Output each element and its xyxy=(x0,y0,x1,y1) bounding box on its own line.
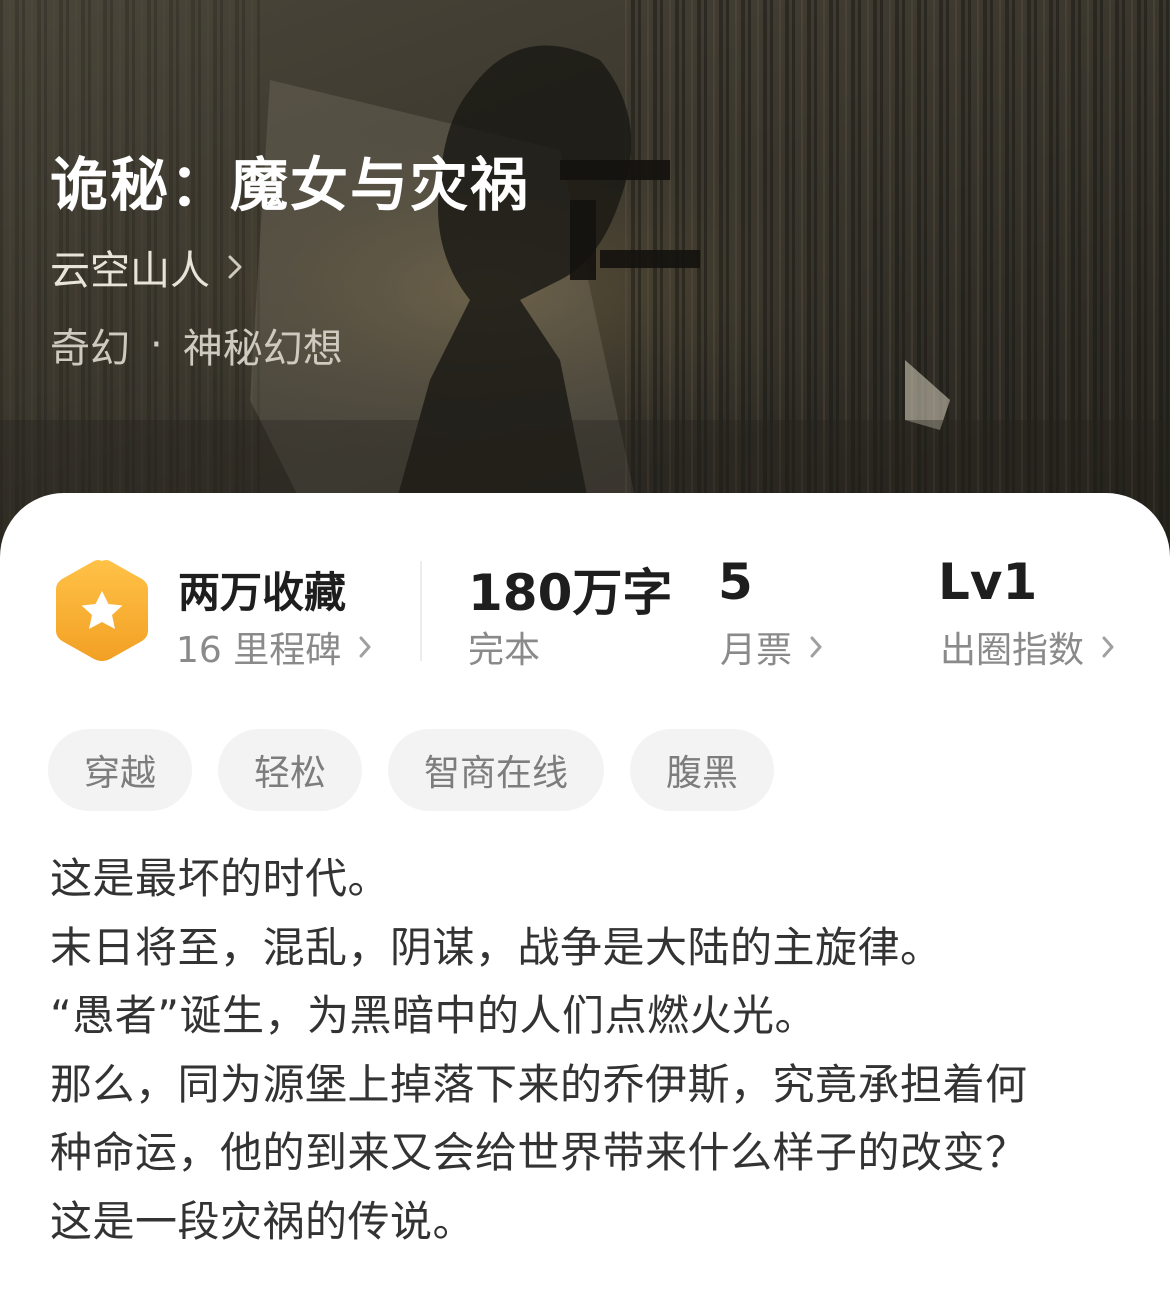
popularity-label: 出圈指数 xyxy=(940,630,1085,671)
book-info-card: 两万收藏 16 里程碑 180万字 完本 5 月票 Lv1 出圈指数 穿越 轻松… xyxy=(0,493,1170,1290)
monthly-ticket-label: 月票 xyxy=(720,630,793,671)
stats-row: 两万收藏 16 里程碑 180万字 完本 5 月票 Lv1 出圈指数 xyxy=(0,493,1170,693)
tag-chip[interactable]: 腹黑 xyxy=(630,729,775,811)
star-badge-icon xyxy=(56,560,148,661)
stats-divider xyxy=(420,561,422,661)
milestone-label: 16 里程碑 xyxy=(176,630,342,671)
popularity-level: Lv1 xyxy=(938,553,1038,611)
completion-label: 完本 xyxy=(468,630,541,671)
synopsis-line: 这是一段灾祸的传说。 xyxy=(50,1196,476,1246)
genre-line: 奇幻 · 神秘幻想 xyxy=(50,316,343,374)
author-link[interactable]: 云空山人 xyxy=(50,238,242,296)
chevron-right-icon xyxy=(228,255,242,279)
book-cover-hero: 诡秘：魔女与灾祸 云空山人 奇幻 · 神秘幻想 xyxy=(0,0,1170,560)
milestone-link[interactable]: 16 里程碑 xyxy=(176,621,371,673)
subgenre-label: 神秘幻想 xyxy=(182,326,343,372)
tag-chip[interactable]: 穿越 xyxy=(48,729,193,811)
tag-chip[interactable]: 智商在线 xyxy=(388,729,605,811)
synopsis-line: 末日将至，混乱，阴谋，战争是大陆的主旋律。 xyxy=(50,922,943,972)
synopsis-line: 这是最坏的时代。 xyxy=(50,854,391,903)
word-count: 180万字 xyxy=(468,564,673,622)
book-title: 诡秘：魔女与灾祸 xyxy=(50,151,531,219)
chevron-right-icon xyxy=(810,636,822,658)
genre-separator: · xyxy=(150,322,163,368)
category-label: 奇幻 xyxy=(50,326,130,372)
tag-list: 穿越 轻松 智商在线 腹黑 xyxy=(48,729,775,811)
popularity-link[interactable]: 出圈指数 xyxy=(940,621,1114,673)
synopsis-line: 种命运，他的到来又会给世界带来什么样子的改变？ xyxy=(50,1128,1028,1177)
tag-chip[interactable]: 轻松 xyxy=(218,729,363,811)
synopsis-line: “愚者”诞生，为黑暗中的人们点燃火光。 xyxy=(50,991,818,1040)
chevron-right-icon xyxy=(359,636,371,658)
chevron-right-icon xyxy=(1102,636,1114,658)
author-name: 云空山人 xyxy=(50,248,210,294)
synopsis-line: 那么，同为源堡上掉落下来的乔伊斯，究竟承担着何 xyxy=(50,1059,1028,1109)
monthly-ticket-count: 5 xyxy=(718,553,753,611)
synopsis: 这是最坏的时代。 末日将至，混乱，阴谋，战争是大陆的主旋律。 “愚者”诞生，为黑… xyxy=(50,845,1130,1256)
collect-count: 两万收藏 xyxy=(178,568,347,617)
monthly-ticket-link[interactable]: 月票 xyxy=(720,621,822,673)
completion-status: 完本 xyxy=(468,621,540,673)
